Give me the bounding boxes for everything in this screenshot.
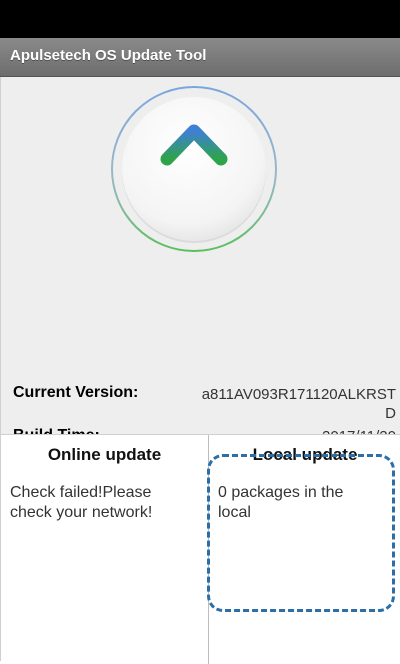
current-version-label: Current Version: bbox=[13, 384, 139, 401]
main-content: Current Version: a811AV093R171120ALKRST … bbox=[0, 77, 400, 664]
app-title: Apulsetech OS Update Tool bbox=[10, 47, 207, 64]
current-version-row: Current Version: a811AV093R171120ALKRST … bbox=[13, 384, 396, 426]
online-status-line2: check your network! bbox=[10, 504, 153, 521]
update-button[interactable] bbox=[109, 84, 279, 254]
status-bar bbox=[0, 0, 400, 38]
app-bar: Apulsetech OS Update Tool bbox=[0, 38, 400, 77]
current-version-value: a811AV093R171120ALKRST bbox=[201, 386, 396, 403]
local-update-title: Local update bbox=[252, 445, 358, 464]
local-update-status: 0 packages in the local bbox=[218, 483, 395, 523]
online-update-title: Online update bbox=[47, 445, 162, 464]
online-update-status: Check failed!Please check your network! bbox=[10, 483, 202, 523]
online-update-panel[interactable]: Online update Check failed!Please check … bbox=[1, 435, 209, 664]
local-update-panel[interactable]: Local update 0 packages in the local bbox=[209, 435, 400, 664]
online-status-line1: Check failed!Please bbox=[10, 484, 152, 501]
current-version-value-cont: D bbox=[385, 405, 396, 422]
local-status-line2: local bbox=[218, 504, 251, 521]
local-status-line1: 0 packages in the bbox=[218, 484, 344, 501]
update-options: Online update Check failed!Please check … bbox=[1, 434, 400, 664]
